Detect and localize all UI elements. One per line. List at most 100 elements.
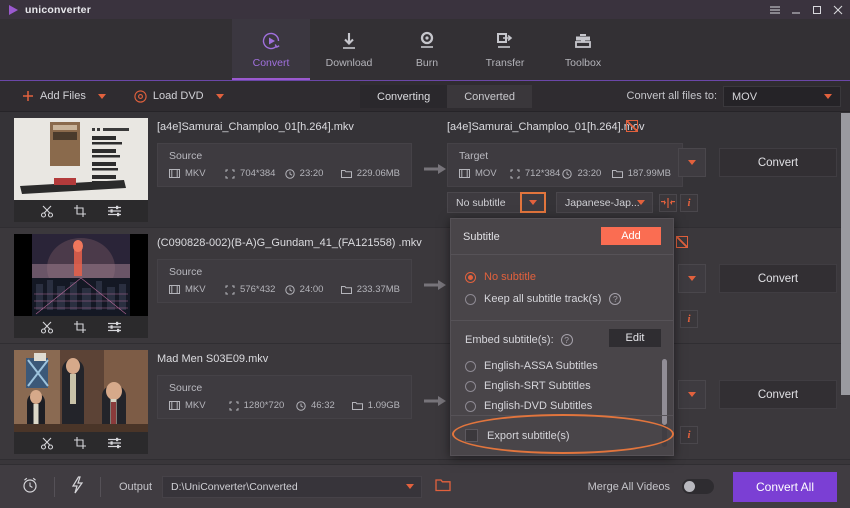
- radio-unselected-icon: [465, 360, 476, 372]
- effect-sliders-icon[interactable]: [107, 436, 122, 450]
- toolbox-icon: [572, 30, 594, 52]
- output-label: Output: [119, 480, 153, 493]
- tab-converted[interactable]: Converted: [447, 85, 532, 108]
- video-thumbnail[interactable]: [14, 234, 148, 338]
- radio-english-dvd[interactable]: English-DVD Subtitles: [465, 396, 673, 416]
- divider: [54, 476, 55, 497]
- add-subtitle-button[interactable]: Add: [601, 227, 661, 245]
- convert-all-button[interactable]: Convert All: [733, 471, 837, 502]
- export-subtitle-row[interactable]: Export subtitle(s): [451, 415, 673, 455]
- output-format-select[interactable]: MOV: [723, 86, 841, 107]
- rename-edit-icon[interactable]: [626, 120, 638, 132]
- load-dvd-caret-icon[interactable]: [215, 93, 224, 99]
- effect-sliders-icon[interactable]: [107, 320, 122, 334]
- trim-scissors-icon[interactable]: [40, 320, 54, 334]
- nav-item-toolbox[interactable]: Toolbox: [544, 19, 622, 80]
- convert-button[interactable]: Convert: [719, 264, 837, 293]
- file-list: [a4e]Samurai_Champloo_01[h.264].mkv Sour…: [0, 112, 850, 464]
- maximize-button[interactable]: [811, 4, 823, 16]
- audio-language-select[interactable]: Japanese-Jap...: [556, 192, 653, 213]
- align-tracks-icon-button[interactable]: [659, 194, 677, 212]
- source-file-name: (C090828-002)(B-A)G_Gundam_41_(FA121558)…: [157, 237, 422, 249]
- edit-subtitle-button[interactable]: Edit: [609, 329, 661, 347]
- list-scrollbar-thumb[interactable]: [841, 113, 850, 395]
- source-resolution: 1280*720: [229, 400, 296, 411]
- target-settings-caret[interactable]: [678, 148, 706, 177]
- lightning-bolt-icon[interactable]: [70, 476, 84, 497]
- convert-button[interactable]: Convert: [719, 148, 837, 177]
- load-dvd-button[interactable]: Load DVD: [134, 89, 204, 103]
- title-bar: uniconverter: [0, 0, 850, 19]
- info-label: i: [687, 197, 691, 209]
- align-center-icon: [661, 198, 675, 208]
- trim-scissors-icon[interactable]: [40, 204, 54, 218]
- source-format-value: MKV: [185, 284, 206, 295]
- tab-converting[interactable]: Converting: [360, 85, 448, 108]
- radio-english-assa[interactable]: English-ASSA Subtitles: [465, 356, 673, 376]
- nav-item-download[interactable]: Download: [310, 19, 388, 80]
- open-folder-icon[interactable]: [435, 478, 451, 495]
- radio-keep-all-tracks[interactable]: Keep all subtitle track(s) ?: [465, 288, 673, 310]
- alarm-clock-icon[interactable]: [21, 476, 39, 497]
- source-resolution-value: 704*384: [240, 168, 276, 179]
- audio-language-value: Japanese-Jap...: [565, 196, 640, 209]
- trim-scissors-icon[interactable]: [40, 436, 54, 450]
- embed-subtitle-list: English-ASSA Subtitles English-SRT Subti…: [465, 356, 673, 416]
- effect-sliders-icon[interactable]: [107, 204, 122, 218]
- subtitle-dropdown-title: Subtitle: [463, 230, 500, 243]
- target-settings-caret[interactable]: [678, 264, 706, 293]
- action-toolbar: Add Files Load DVD Converting Converted …: [0, 81, 850, 112]
- nav-item-convert[interactable]: Convert: [232, 19, 310, 80]
- export-subtitle-checkbox[interactable]: [465, 429, 478, 442]
- crop-icon[interactable]: [73, 436, 87, 450]
- source-size: 233.37MB: [340, 284, 400, 295]
- radio-no-subtitle-label: No subtitle: [484, 271, 536, 283]
- hamburger-menu-icon[interactable]: [769, 4, 781, 16]
- target-label: Target: [459, 150, 489, 162]
- thumbnail-tools: [14, 432, 148, 454]
- app-logo-icon: [9, 4, 18, 15]
- help-question-icon[interactable]: ?: [560, 334, 573, 346]
- target-size-value: 187.99MB: [627, 168, 671, 179]
- subtitle-dropdown-header: Subtitle Add: [451, 219, 673, 255]
- crop-icon[interactable]: [73, 204, 87, 218]
- crop-icon[interactable]: [73, 320, 87, 334]
- nav-item-burn[interactable]: Burn: [388, 19, 466, 80]
- table-row: (C090828-002)(B-A)G_Gundam_41_(FA121558)…: [0, 228, 850, 344]
- add-files-button[interactable]: Add Files: [22, 90, 86, 102]
- radio-selected-icon: [465, 271, 476, 283]
- close-button[interactable]: [832, 4, 844, 16]
- radio-english-srt[interactable]: English-SRT Subtitles: [465, 376, 673, 396]
- target-size: 187.99MB: [611, 168, 671, 179]
- convert-all-to-label: Convert all files to:: [626, 90, 717, 102]
- nav-label-burn: Burn: [415, 57, 439, 69]
- radio-unselected-icon: [465, 400, 476, 412]
- video-thumbnail[interactable]: [14, 118, 148, 222]
- resolution-icon: [510, 169, 520, 178]
- thumbnail-image: [14, 350, 148, 432]
- rename-edit-icon[interactable]: [676, 236, 688, 248]
- info-button[interactable]: i: [680, 194, 698, 212]
- minimize-button[interactable]: [790, 4, 802, 16]
- info-button[interactable]: i: [680, 426, 698, 444]
- source-size: 1.09GB: [351, 400, 400, 411]
- merge-all-videos-toggle[interactable]: [682, 479, 714, 494]
- radio-no-subtitle[interactable]: No subtitle: [465, 266, 673, 288]
- add-files-caret-icon[interactable]: [97, 93, 106, 99]
- target-duration-value: 23:20: [577, 168, 602, 179]
- video-thumbnail[interactable]: [14, 350, 148, 454]
- output-path-value: D:\UniConverter\Converted: [171, 480, 298, 493]
- subtitle-dropdown-toggle[interactable]: [520, 192, 546, 213]
- thumbnail-tools: [14, 200, 148, 222]
- table-row: Mad Men S03E09.mkv Source MKV 1280*720 4…: [0, 344, 850, 460]
- target-format: MOV: [459, 168, 510, 179]
- help-question-icon[interactable]: ?: [609, 293, 622, 305]
- target-settings-caret[interactable]: [678, 380, 706, 409]
- nav-item-transfer[interactable]: Transfer: [466, 19, 544, 80]
- output-path-field[interactable]: D:\UniConverter\Converted: [162, 475, 423, 498]
- chevron-down-icon: [529, 200, 537, 205]
- info-button[interactable]: i: [680, 310, 698, 328]
- source-resolution-value: 1280*720: [243, 400, 285, 411]
- convert-button[interactable]: Convert: [719, 380, 837, 409]
- dvd-disc-icon: [134, 89, 147, 103]
